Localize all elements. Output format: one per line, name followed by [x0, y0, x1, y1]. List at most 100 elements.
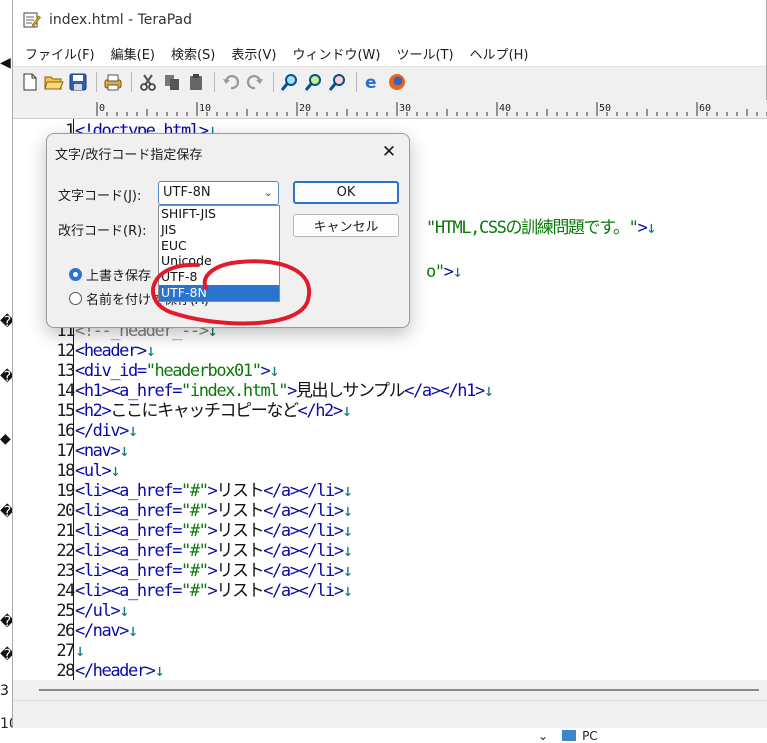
background-glyph: �	[0, 314, 15, 330]
code-token: ↓	[145, 341, 156, 361]
line-number: 27	[56, 641, 75, 661]
code-line: 20 <li><a_href="#">リスト</a></li>↓	[13, 501, 767, 521]
code-text: <li><a_href="#">リスト</a></li>↓	[75, 581, 353, 601]
code-text: <h2>ここにキャッチコピーなど</h2>↓	[75, 401, 352, 421]
new-file-icon[interactable]	[19, 71, 41, 93]
code-token: ↓	[341, 401, 352, 421]
menu-file[interactable]: ファイル(F)	[17, 44, 103, 63]
charset-option[interactable]: JIS	[159, 222, 279, 238]
find-prev-icon[interactable]	[327, 71, 349, 93]
cancel-button[interactable]: キャンセル	[293, 214, 399, 237]
charset-option[interactable]: UTF-8	[159, 269, 279, 285]
code-token: _href=	[128, 501, 182, 521]
open-folder-icon[interactable]	[43, 71, 65, 93]
code-token: </nav>	[75, 621, 129, 641]
radio-overwrite[interactable]: 上書き保存	[69, 265, 151, 284]
dialog-title: 文字/改行コード指定保存	[55, 148, 203, 163]
print-icon[interactable]	[102, 71, 124, 93]
horizontal-scrollbar[interactable]	[13, 680, 767, 700]
code-line: 22 <li><a_href="#">リスト</a></li>↓	[13, 541, 767, 561]
code-line: 28 </header>↓	[13, 661, 767, 681]
scrollbar-thumb[interactable]	[39, 689, 759, 691]
newline-label: 改行コード(R):	[58, 224, 147, 239]
redo-icon[interactable]	[244, 71, 266, 93]
background-window-edge: ◀ � � ◆ � � � 3	[0, 0, 15, 742]
ok-button[interactable]: OK	[293, 181, 399, 204]
radio-button[interactable]	[69, 292, 82, 305]
code-token: <li><a	[75, 561, 129, 581]
background-glyph: �	[0, 614, 15, 630]
line-number: 12	[56, 341, 75, 361]
code-token: "#"	[181, 481, 209, 501]
title-bar[interactable]: index.html - TeraPad	[13, 0, 766, 40]
code-token: "#"	[181, 561, 209, 581]
ie-browser-icon[interactable]: e	[362, 71, 384, 93]
code-token: ここにキャッチコピーなど	[110, 401, 299, 421]
menu-search[interactable]: 検索(S)	[163, 44, 223, 63]
code-token: ↓	[342, 541, 353, 561]
firefox-icon[interactable]	[386, 71, 408, 93]
background-glyph: �	[0, 504, 15, 520]
menu-tools[interactable]: ツール(T)	[388, 44, 461, 63]
code-token: _href=	[128, 561, 182, 581]
charset-option-selected[interactable]: UTF-8N	[159, 284, 279, 301]
code-token: <h2>	[75, 401, 112, 421]
code-token: ↓	[110, 461, 120, 481]
code-token: </ul>	[75, 601, 121, 621]
code-token: "#"	[181, 581, 209, 601]
pc-icon	[562, 730, 577, 741]
charset-option[interactable]: SHIFT-JIS	[159, 206, 279, 222]
background-glyph: �	[0, 647, 15, 663]
menu-view[interactable]: 表示(V)	[223, 44, 284, 63]
code-text: <li><a_href="#">リスト</a></li>↓	[75, 481, 353, 501]
code-token: _href=	[128, 481, 182, 501]
charset-select[interactable]: UTF-8N ⌄	[158, 181, 279, 205]
code-token: リスト	[216, 561, 264, 581]
cut-icon[interactable]	[137, 71, 159, 93]
toolbar-separator	[356, 71, 357, 92]
code-token: <div	[75, 361, 112, 381]
charset-option[interactable]: EUC	[159, 238, 279, 254]
ruler-mark: 60	[699, 103, 711, 114]
ruler-scale: 0 10 20 30 40 50 60	[96, 102, 767, 116]
taskbar-pc-item[interactable]: ⌄ PC	[538, 729, 598, 743]
code-text: <header>↓	[75, 341, 156, 361]
code-token: _href=	[128, 521, 182, 541]
find-next-icon[interactable]	[303, 71, 325, 93]
code-token: ↓	[342, 581, 353, 601]
code-text: <li><a_href="#">リスト</a></li>↓	[75, 541, 353, 561]
code-token: <li><a	[75, 581, 129, 601]
code-token: >	[637, 218, 647, 238]
code-line: 23 <li><a_href="#">リスト</a></li>↓	[13, 561, 767, 581]
code-token: <li><a	[75, 521, 129, 541]
code-line: 26 </nav>↓	[13, 621, 767, 641]
line-number: 24	[56, 581, 75, 601]
code-token: ↓	[119, 601, 129, 621]
code-token: リスト	[216, 541, 264, 561]
undo-icon[interactable]	[220, 71, 242, 93]
code-token: ↓	[342, 561, 353, 581]
charset-value: UTF-8N	[163, 185, 211, 200]
radio-button[interactable]	[69, 268, 82, 281]
toolbar-separator	[273, 71, 274, 92]
find-icon[interactable]	[279, 71, 301, 93]
charset-option[interactable]: Unicode	[159, 253, 279, 269]
menu-window[interactable]: ウィンドウ(W)	[284, 44, 388, 63]
ruler-mark: 10	[199, 103, 211, 114]
code-token: "index.html"	[181, 381, 288, 401]
code-line: 12 <header>↓	[13, 341, 767, 361]
menu-help[interactable]: ヘルプ(H)	[462, 44, 537, 63]
code-token: </a></li>	[263, 521, 344, 541]
copy-icon[interactable]	[161, 71, 183, 93]
code-token: リスト	[216, 521, 264, 541]
save-icon[interactable]	[67, 71, 89, 93]
code-token: <nav>	[75, 441, 121, 461]
code-line: 14 <h1><a_href="index.html">見出しサンプル</a></…	[13, 381, 767, 401]
code-token: <li><a	[75, 481, 129, 501]
code-token: </div>	[75, 421, 129, 441]
ruler-mark: 0	[99, 103, 105, 114]
close-icon[interactable]: ✕	[375, 140, 403, 164]
charset-dropdown-list[interactable]: SHIFT-JIS JIS EUC Unicode UTF-8 UTF-8N	[158, 205, 280, 302]
paste-icon[interactable]	[185, 71, 207, 93]
menu-edit[interactable]: 編集(E)	[103, 44, 163, 63]
